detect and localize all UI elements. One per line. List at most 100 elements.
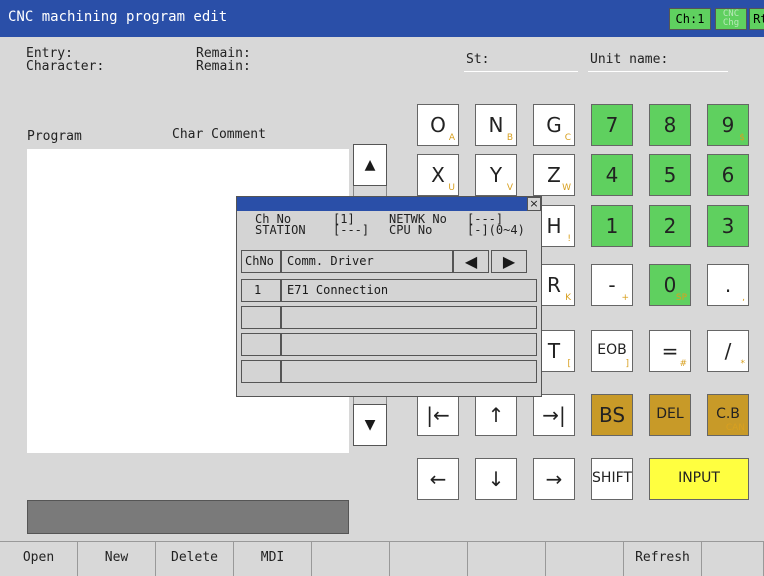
key-label: INPUT (678, 470, 720, 486)
character-label: Character: (26, 59, 105, 74)
key-label: →| (542, 403, 566, 427)
key-input[interactable]: INPUT (649, 458, 749, 500)
key-label: 8 (663, 113, 677, 137)
key-sub-label: [ (567, 359, 571, 369)
key-sym-6-0[interactable]: ← (417, 458, 459, 500)
scroll-down-button[interactable]: ▼ (353, 404, 387, 446)
key-7[interactable]: 7 (591, 104, 633, 146)
key-sub-label: W (562, 183, 571, 193)
key-shift[interactable]: SHIFT (591, 458, 633, 500)
key-label: EOB (597, 342, 627, 358)
comm-driver-column-header: Comm. Driver (281, 250, 453, 273)
function-key-blank-9[interactable] (702, 541, 764, 576)
key-4[interactable]: 4 (591, 154, 633, 196)
function-key-blank-5[interactable] (390, 541, 468, 576)
key-sub-label: U (448, 183, 455, 193)
key-label: 3 (721, 214, 735, 238)
function-key-delete[interactable]: Delete (156, 541, 234, 576)
driver-row-name[interactable] (281, 360, 537, 383)
key-sym-5-1[interactable]: ↑ (475, 394, 517, 436)
window-title: CNC machining program edit (8, 9, 228, 25)
cpu-no-label: CPU No (389, 223, 433, 237)
driver-row-name[interactable]: E71 Connection (281, 279, 537, 302)
key-sym-5-2[interactable]: →| (533, 394, 575, 436)
key-label: 5 (663, 163, 677, 187)
close-icon[interactable]: × (527, 197, 541, 211)
return-button[interactable]: Rtn (749, 8, 764, 30)
double-down-arrow-icon: ▼ (364, 414, 376, 435)
key-sub-label: V (506, 183, 513, 193)
cpu-no-value: [-](0~4) (467, 223, 525, 237)
unit-name-underline (588, 71, 728, 72)
key-sym-3-3[interactable]: - + (591, 264, 633, 306)
key-label: DEL (656, 406, 684, 422)
status-underline (464, 71, 578, 72)
key-z[interactable]: ZW (533, 154, 575, 196)
remain-label-2: Remain: (196, 59, 251, 74)
key-o[interactable]: OA (417, 104, 459, 146)
driver-row-name[interactable] (281, 306, 537, 329)
function-key-open[interactable]: Open (0, 541, 78, 576)
key-sym-3-5[interactable]: ., (707, 264, 749, 306)
key-label: 2 (663, 214, 677, 238)
key-x[interactable]: XU (417, 154, 459, 196)
key-8[interactable]: 8 (649, 104, 691, 146)
key-sym-6-2[interactable]: → (533, 458, 575, 500)
key-label: 1 (605, 214, 619, 238)
key-g[interactable]: GC (533, 104, 575, 146)
key-sub-label: B (506, 133, 513, 143)
key-label: |← (426, 403, 450, 427)
driver-row-chno[interactable]: 1 (241, 279, 281, 302)
next-page-button[interactable]: ▶ (491, 250, 527, 273)
key-del[interactable]: DEL (649, 394, 691, 436)
key-1[interactable]: 1 (591, 205, 633, 247)
key-label: ↑ (487, 403, 505, 427)
cnc-change-button[interactable]: CNC Chg (715, 8, 747, 30)
function-key-mdi[interactable]: MDI (234, 541, 312, 576)
channel-button[interactable]: Ch:1 (669, 8, 711, 30)
key-6[interactable]: 6 (707, 154, 749, 196)
station-label: STATION (255, 223, 306, 237)
key-sym-4-5[interactable]: / * (707, 330, 749, 372)
driver-row-chno[interactable] (241, 333, 281, 356)
key-eob[interactable]: EOB] (591, 330, 633, 372)
program-column-header: Program (27, 129, 82, 144)
function-key-refresh[interactable]: Refresh (624, 541, 702, 576)
key-n[interactable]: NB (475, 104, 517, 146)
key-sub-label: CAN (725, 423, 745, 433)
key-3[interactable]: 3 (707, 205, 749, 247)
key-label: ← (429, 467, 447, 491)
key-sym-5-0[interactable]: |← (417, 394, 459, 436)
key-0[interactable]: 0 SP (649, 264, 691, 306)
key-label: → (545, 467, 563, 491)
driver-row-chno[interactable] (241, 306, 281, 329)
key-9[interactable]: 9 $ (707, 104, 749, 146)
key-label: SHIFT (592, 470, 632, 486)
key-sub-label: SP (675, 293, 687, 303)
key-y[interactable]: YV (475, 154, 517, 196)
popup-title-bar (237, 197, 541, 211)
function-key-blank-6[interactable] (468, 541, 546, 576)
right-triangle-icon: ▶ (502, 252, 516, 271)
key-sym-4-4[interactable]: = # (649, 330, 691, 372)
key-sub-label: * (740, 359, 746, 369)
station-value: [---] (333, 223, 370, 237)
message-bar (27, 500, 349, 534)
scroll-up-button[interactable]: ▲ (353, 144, 387, 186)
function-key-new[interactable]: New (78, 541, 156, 576)
status-label: St: (466, 52, 490, 67)
key-5[interactable]: 5 (649, 154, 691, 196)
function-key-blank-4[interactable] (312, 541, 390, 576)
key-label: ↓ (487, 467, 505, 491)
driver-row-chno[interactable] (241, 360, 281, 383)
key-2[interactable]: 2 (649, 205, 691, 247)
key-sub-label: + (621, 293, 629, 303)
chno-column-header: ChNo (241, 250, 281, 273)
function-key-blank-7[interactable] (546, 541, 624, 576)
driver-row-name[interactable] (281, 333, 537, 356)
prev-page-button[interactable]: ◀ (453, 250, 489, 273)
key-bs[interactable]: BS (591, 394, 633, 436)
key-sub-label: ] (625, 359, 629, 369)
key-cb[interactable]: C.B CAN (707, 394, 749, 436)
key-sym-6-1[interactable]: ↓ (475, 458, 517, 500)
